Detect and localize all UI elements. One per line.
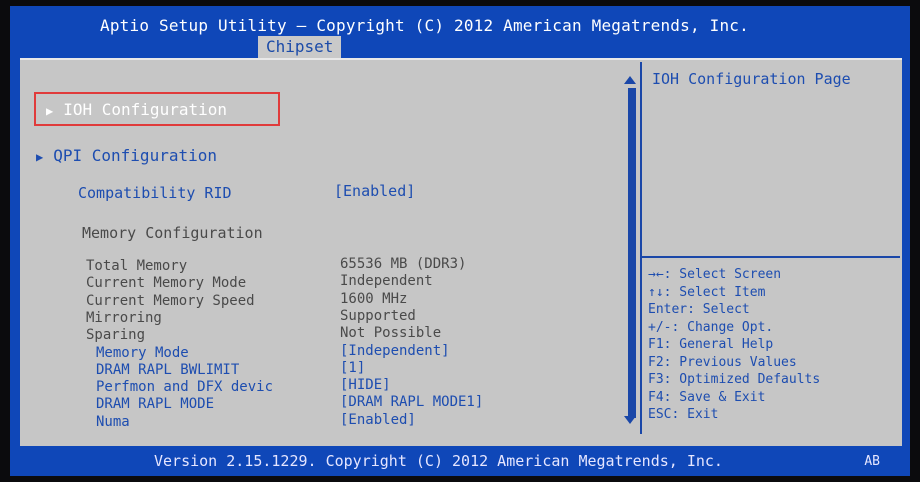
memory-item-value[interactable]: [Enabled] [340,412,416,428]
memory-item-value: 65536 MB (DDR3) [340,256,467,272]
scroll-down-icon[interactable] [624,416,636,424]
ioh-configuration-label: ▶ IOH Configuration [46,100,227,119]
memory-config-heading: Memory Configuration [82,224,263,242]
memory-item-label: DRAM RAPL MODE [96,396,215,413]
memory-item-value: Not Possible [340,325,442,342]
memory-item-value[interactable]: [Independent] [340,343,450,359]
key-hint: ESC: Exit [648,407,719,422]
compatibility-rid-value[interactable]: [Enabled] [334,182,415,200]
memory-item-label: Current Memory Speed [86,292,255,309]
footer-code: AB [864,454,880,469]
menu-item-qpi-configuration[interactable]: ▶ QPI Configuration [36,146,217,165]
memory-item-label: Perfmon and DFX devic [96,379,274,396]
key-hint: +/-: Change Opt. [648,319,774,335]
key-hint: F1: General Help [648,337,774,352]
memory-item-label: Current Memory Mode [86,275,247,292]
settings-list: ▶ IOH Configuration ▶ QPI Configuration Co… [20,60,615,432]
memory-item-value[interactable]: [1] [340,360,365,376]
vertical-divider [640,62,642,434]
key-hint: →←: Select Screen [648,267,782,282]
compatibility-rid-label: Compatibility RID [78,184,232,202]
submenu-arrow-icon: ▶ [36,150,44,164]
footer-version: Version 2.15.1229. Copyright (C) 2012 Am… [154,452,723,470]
memory-item-value: Independent [340,273,433,290]
memory-item-label: DRAM RAPL BWLIMIT [96,361,240,378]
memory-item-value: 1600 MHz [340,290,408,307]
memory-item-label: Total Memory [86,258,188,274]
main-panel: ▶ IOH Configuration ▶ QPI Configuration Co… [20,58,902,446]
memory-item-label: Numa [96,413,130,430]
tab-chipset[interactable]: Chipset [258,36,342,58]
submenu-arrow-icon: ▶ [46,104,54,118]
memory-item-value: Supported [340,307,416,324]
memory-item-label: Sparing [86,327,146,344]
key-hint: F3: Optimized Defaults [648,372,821,387]
horizontal-divider [642,256,900,258]
bios-screen: Aptio Setup Utility – Copyright (C) 2012… [10,6,910,476]
key-legend: →←: Select Screen ↑↓: Select Item Enter: S… [648,266,820,424]
key-hint: ↑↓: Select Item [648,284,766,300]
footer: Version 2.15.1229. Copyright (C) 2012 Am… [10,446,910,476]
menu-item-ioh-configuration[interactable]: ▶ IOH Configuration [34,92,280,126]
memory-item-value[interactable]: [HIDE] [340,377,391,393]
app-title: Aptio Setup Utility – Copyright (C) 2012… [100,16,749,35]
memory-item-label: Memory Mode [96,344,189,361]
qpi-configuration-label: QPI Configuration [53,146,217,165]
key-hint: F4: Save & Exit [648,389,766,405]
memory-item-value[interactable]: [DRAM RAPL MODE1] [340,394,483,410]
scrollbar[interactable] [628,88,636,418]
scroll-up-icon[interactable] [624,76,636,84]
key-hint: F2: Previous Values [648,354,797,370]
key-hint: Enter: Select [648,302,750,317]
memory-item-label: Mirroring [86,309,162,326]
help-text: IOH Configuration Page [652,70,851,88]
